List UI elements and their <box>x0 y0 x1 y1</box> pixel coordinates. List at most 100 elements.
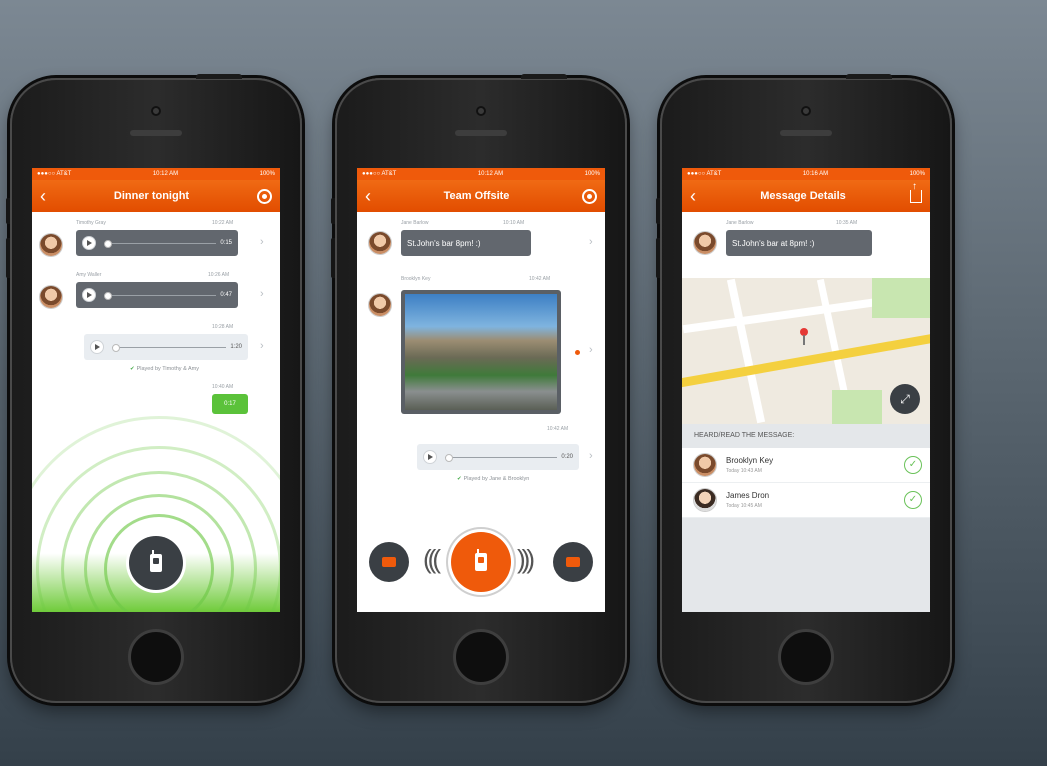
screen-dinner-tonight: ●●●○○ AT&T 10:12 AM 100% ‹ Dinner tonigh… <box>32 168 280 612</box>
screen-message-details: ●●●○○ AT&T 10:16 AM 100% ‹ Message Detai… <box>682 168 930 612</box>
progress-knob[interactable] <box>104 291 112 300</box>
settings-gear-icon[interactable] <box>582 188 597 204</box>
chevron-right-icon[interactable]: › <box>589 236 593 248</box>
phone-2: ●●●○○ AT&T 10:12 AM 100% ‹ Team Offsite … <box>331 74 627 703</box>
carrier-label: ●●●○○ AT&T <box>687 171 722 177</box>
power-button <box>521 74 567 79</box>
voice-message-bubble-sent[interactable]: 1:20 <box>84 334 248 360</box>
reader-time: Today 10:43 AM <box>726 468 762 474</box>
progress-track[interactable] <box>104 291 217 300</box>
play-icon[interactable] <box>90 340 104 354</box>
back-chevron-icon[interactable]: ‹ <box>365 187 371 205</box>
status-bar: ●●●○○ AT&T 10:16 AM 100% <box>682 168 930 180</box>
talk-button[interactable] <box>129 536 183 590</box>
battery-label: 100% <box>259 171 275 177</box>
back-chevron-icon[interactable]: ‹ <box>690 187 696 205</box>
volume-button <box>656 238 660 278</box>
recording-bubble[interactable]: 0:17 <box>212 394 248 414</box>
status-bar: ●●●○○ AT&T 10:12 AM 100% <box>32 168 280 180</box>
play-icon[interactable] <box>82 236 96 250</box>
carrier-label: ●●●○○ AT&T <box>37 171 72 177</box>
progress-knob[interactable] <box>112 343 120 352</box>
progress-track[interactable] <box>445 453 558 462</box>
voice-message-bubble[interactable]: 0:15 <box>76 230 238 256</box>
progress-track[interactable] <box>104 239 217 248</box>
nav-bar: ‹ Team Offsite <box>357 180 605 212</box>
duration-label: 0:15 <box>220 240 232 246</box>
conversation-title: Team Offsite <box>443 190 510 202</box>
voice-message-bubble[interactable]: 0:47 <box>76 282 238 308</box>
volume-button <box>6 238 10 278</box>
front-camera <box>151 106 161 116</box>
front-camera <box>476 106 486 116</box>
progress-track[interactable] <box>112 343 227 352</box>
map-road <box>726 278 766 424</box>
avatar <box>694 489 716 511</box>
screen-team-offsite: ●●●○○ AT&T 10:12 AM 100% ‹ Team Offsite … <box>357 168 605 612</box>
message-time: 10:40 AM <box>212 384 234 390</box>
reader-name: James Dron <box>726 491 770 500</box>
text-message-bubble: St.John's bar at 8pm! :) <box>726 230 872 256</box>
message-time: 10:22 AM <box>212 220 234 226</box>
sender-name: Jane Barlow <box>401 220 429 226</box>
phone-3: ●●●○○ AT&T 10:16 AM 100% ‹ Message Detai… <box>656 74 952 703</box>
message-text: St.John's bar at 8pm! :) <box>732 238 815 248</box>
chevron-right-icon[interactable]: › <box>260 340 264 352</box>
section-header: HEARD/READ THE MESSAGE: <box>682 424 930 448</box>
location-map[interactable]: ⤢ <box>682 278 930 424</box>
back-chevron-icon[interactable]: ‹ <box>40 187 46 205</box>
reader-row: Brooklyn Key Today 10:43 AM ✓ <box>682 448 930 483</box>
sender-name: Jane Barlow <box>726 220 754 226</box>
check-circle-icon: ✓ <box>904 491 922 509</box>
push-to-talk-area[interactable] <box>32 416 280 612</box>
sender-name: Amy Waller <box>76 272 102 278</box>
earpiece-speaker <box>780 130 832 136</box>
chat-bubble-icon <box>566 557 580 567</box>
chevron-right-icon[interactable]: › <box>260 236 264 248</box>
voice-message-bubble-sent[interactable]: 0:20 <box>417 444 579 470</box>
earpiece-speaker <box>130 130 182 136</box>
clock-label: 10:12 AM <box>152 171 179 177</box>
message-time: 10:10 AM <box>503 220 525 226</box>
reader-name: Brooklyn Key <box>726 456 774 465</box>
progress-knob[interactable] <box>445 453 453 462</box>
phone-1: ●●●○○ AT&T 10:12 AM 100% ‹ Dinner tonigh… <box>6 74 302 703</box>
status-bar: ●●●○○ AT&T 10:12 AM 100% <box>357 168 605 180</box>
home-button <box>128 629 184 685</box>
message-text: St.John's bar 8pm! :) <box>407 238 481 248</box>
power-button <box>846 74 892 79</box>
avatar <box>40 286 62 308</box>
play-icon[interactable] <box>82 288 96 302</box>
avatar <box>369 294 391 316</box>
camera-button[interactable] <box>369 542 409 582</box>
clock-label: 10:16 AM <box>802 171 829 177</box>
text-message-bubble[interactable]: St.John's bar 8pm! :) <box>401 230 531 256</box>
power-button <box>196 74 242 79</box>
check-circle-icon: ✓ <box>904 456 922 474</box>
photo-message[interactable] <box>401 290 561 414</box>
yosemite-photo <box>405 294 557 410</box>
duration-label: 0:47 <box>220 292 232 298</box>
map-pin-stem <box>803 335 805 345</box>
chevron-right-icon[interactable]: › <box>589 450 593 462</box>
conversation-title: Dinner tonight <box>113 190 190 202</box>
chevron-right-icon[interactable]: › <box>260 288 264 300</box>
message-time: 10:35 AM <box>836 220 858 226</box>
reader-time: Today 10:45 AM <box>726 503 762 509</box>
sound-wave-left-icon: ((( <box>423 544 441 574</box>
progress-knob[interactable] <box>104 239 112 248</box>
played-by-label: ✔ Played by Jane & Brooklyn <box>457 476 529 482</box>
sender-name: Brooklyn Key <box>401 276 431 282</box>
chevron-right-icon[interactable]: › <box>589 344 593 356</box>
message-time: 10:42 AM <box>529 276 551 282</box>
settings-gear-icon[interactable] <box>257 188 272 204</box>
expand-map-icon[interactable]: ⤢ <box>890 384 920 414</box>
home-button <box>453 629 509 685</box>
share-icon[interactable] <box>909 181 922 203</box>
text-message-button[interactable] <box>553 542 593 582</box>
message-time: 10:26 AM <box>208 272 230 278</box>
play-icon[interactable] <box>423 450 437 464</box>
message-time: 10:42 AM <box>547 426 569 432</box>
reader-row: James Dron Today 10:45 AM ✓ <box>682 483 930 518</box>
talk-button[interactable] <box>451 532 511 592</box>
